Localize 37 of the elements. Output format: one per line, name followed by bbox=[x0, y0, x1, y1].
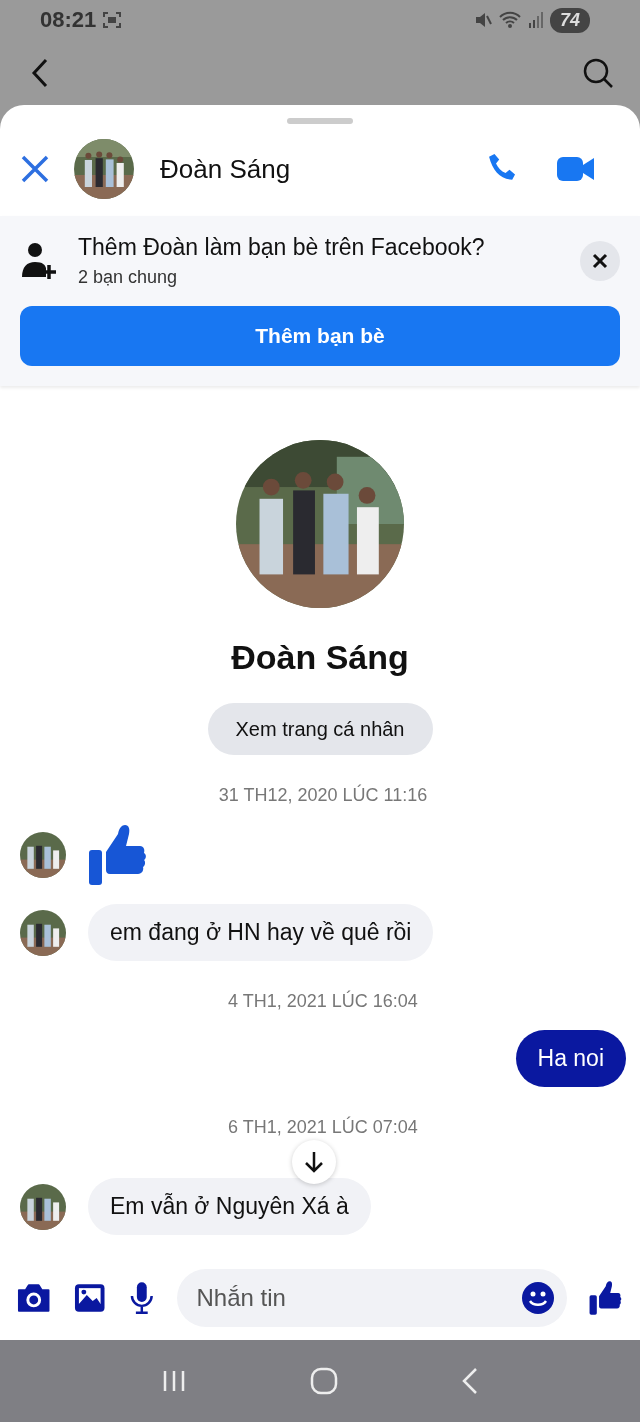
sheet-handle[interactable] bbox=[287, 118, 353, 124]
message-bubble: em đang ở HN hay về quê rồi bbox=[88, 904, 434, 961]
arrow-down-icon bbox=[304, 1151, 324, 1173]
wifi-icon bbox=[497, 11, 522, 29]
message-bubble: Ha noi bbox=[515, 1030, 626, 1087]
add-friend-icon bbox=[20, 241, 58, 281]
emoji-icon[interactable] bbox=[520, 1281, 555, 1315]
thumbs-up-icon[interactable] bbox=[588, 1280, 622, 1316]
thumbs-up-icon bbox=[88, 824, 148, 886]
signal-icon bbox=[527, 11, 544, 29]
battery-level: 74 bbox=[549, 7, 590, 33]
mutual-friends-count: 2 bạn chung bbox=[78, 267, 179, 288]
add-friend-button[interactable]: Thêm bạn bè bbox=[20, 306, 620, 366]
close-icon[interactable] bbox=[20, 154, 50, 184]
timestamp: 6 TH1, 2021 LÚC 07:04 bbox=[228, 1117, 418, 1138]
search-icon[interactable] bbox=[582, 56, 614, 89]
microphone-icon[interactable] bbox=[128, 1281, 155, 1315]
timestamp: 4 TH1, 2021 LÚC 16:04 bbox=[228, 991, 418, 1012]
back-icon[interactable] bbox=[30, 57, 50, 88]
video-call-icon[interactable] bbox=[556, 154, 596, 184]
camera-icon[interactable] bbox=[16, 1283, 52, 1313]
scroll-down-button[interactable] bbox=[292, 1140, 336, 1184]
status-time: 08:21 bbox=[40, 7, 97, 33]
contact-name: Đoàn Sáng bbox=[160, 153, 291, 185]
profile-name: Đoàn Sáng bbox=[231, 638, 409, 677]
timestamp: 31 TH12, 2020 LÚC 11:16 bbox=[218, 785, 428, 806]
banner-title: Thêm Đoàn làm bạn bè trên Facebook? bbox=[78, 234, 486, 261]
home-icon[interactable] bbox=[310, 1367, 338, 1395]
image-icon[interactable] bbox=[73, 1282, 107, 1314]
mute-icon bbox=[473, 11, 492, 29]
message-bubble: Em vẫn ở Nguyên Xá à bbox=[88, 1178, 371, 1235]
dismiss-button[interactable] bbox=[580, 241, 620, 281]
message-input-field[interactable]: Nhắn tin bbox=[176, 1269, 567, 1327]
back-icon[interactable] bbox=[460, 1367, 479, 1395]
view-profile-button[interactable]: Xem trang cá nhân bbox=[207, 703, 433, 755]
close-icon bbox=[592, 253, 608, 269]
screenshot-icon bbox=[102, 11, 123, 29]
